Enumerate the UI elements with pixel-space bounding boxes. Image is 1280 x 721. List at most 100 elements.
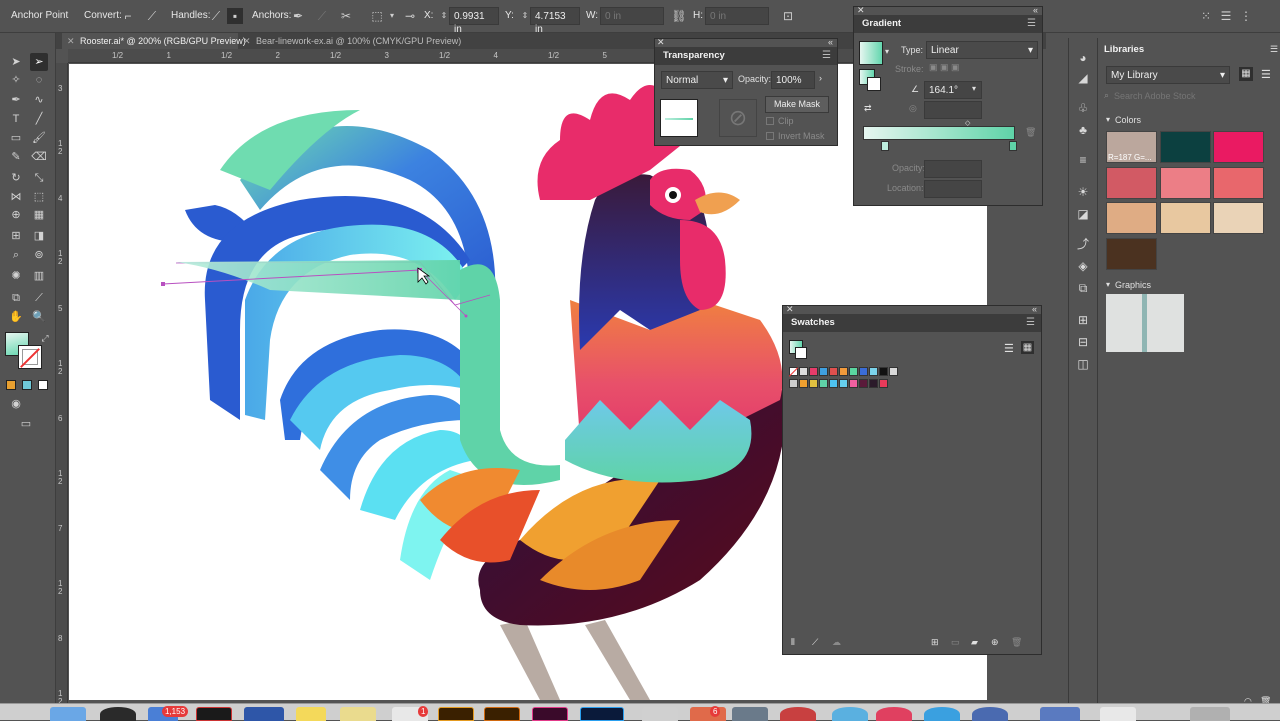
mail-app-icon[interactable]: 1,153 bbox=[148, 706, 189, 721]
show-swatch-kinds-icon[interactable]: ⟋ bbox=[812, 637, 818, 648]
panel-menu-icon[interactable]: ☰ bbox=[1027, 18, 1036, 29]
w-field[interactable]: 0 in bbox=[600, 7, 664, 25]
swatch[interactable] bbox=[839, 367, 848, 376]
app-icon[interactable] bbox=[1100, 707, 1136, 721]
grid-view-icon[interactable]: ▦ bbox=[1021, 341, 1034, 354]
gradient-stop-end[interactable] bbox=[1009, 141, 1017, 151]
invert-mask-checkbox[interactable] bbox=[766, 132, 774, 140]
object-thumbnail[interactable] bbox=[660, 99, 698, 137]
swatch[interactable] bbox=[849, 379, 858, 388]
gradient-stop-start[interactable] bbox=[881, 141, 889, 151]
app-icon[interactable] bbox=[876, 707, 912, 721]
symbols-icon[interactable]: ♧ bbox=[1075, 100, 1091, 116]
remove-anchor-icon[interactable]: ✒ bbox=[290, 8, 306, 24]
transform-panel-icon[interactable]: ⊞ bbox=[1075, 312, 1091, 328]
chevron-down-icon[interactable]: ▾ bbox=[972, 84, 976, 93]
app-icon[interactable] bbox=[196, 707, 232, 721]
selection-tool-icon[interactable]: ➤ bbox=[7, 53, 25, 71]
hide-handles-icon[interactable]: ▪ bbox=[227, 8, 243, 24]
close-icon[interactable]: ✕ bbox=[67, 33, 75, 49]
perspective-grid-tool-icon[interactable]: ▦ bbox=[30, 206, 48, 224]
chevron-right-icon[interactable]: › bbox=[819, 73, 822, 83]
artboard-tool-icon[interactable]: ⧉ bbox=[7, 289, 25, 307]
pathfinder-icon[interactable]: ◫ bbox=[1075, 356, 1091, 372]
gradient-preview[interactable] bbox=[859, 41, 883, 65]
notes-app-icon[interactable] bbox=[296, 707, 326, 721]
folder-app-icon[interactable] bbox=[1040, 707, 1080, 721]
color-guide-icon[interactable]: ◕ bbox=[1075, 50, 1091, 66]
library-color-swatch[interactable] bbox=[1106, 237, 1157, 270]
new-swatch-icon[interactable]: ⊕ bbox=[991, 637, 999, 648]
library-color-swatch[interactable] bbox=[1159, 202, 1211, 234]
swatch[interactable] bbox=[879, 379, 888, 388]
library-color-swatch[interactable] bbox=[1106, 166, 1157, 199]
swatch[interactable] bbox=[889, 367, 898, 376]
list-view-icon[interactable]: ☰ bbox=[1261, 68, 1271, 81]
new-color-group-icon[interactable]: ▭ bbox=[951, 637, 960, 648]
y-field[interactable]: 4.7153 in bbox=[530, 7, 580, 35]
stroke-mini-swatch[interactable] bbox=[795, 347, 807, 359]
more-icon[interactable]: ⋮ bbox=[1238, 8, 1254, 24]
reverse-gradient-icon[interactable]: ⇄ bbox=[864, 103, 872, 114]
delete-swatch-icon[interactable]: 🗑 bbox=[1011, 637, 1022, 648]
blend-mode-select[interactable]: Normal ▾ bbox=[661, 71, 733, 89]
swatch-libraries-icon[interactable]: ⫴ bbox=[791, 637, 795, 648]
mesh-tool-icon[interactable]: ⊞ bbox=[7, 227, 25, 245]
stroke-mini-swatch[interactable] bbox=[867, 77, 881, 91]
library-color-swatch[interactable] bbox=[1213, 131, 1264, 163]
finder-app-icon[interactable] bbox=[50, 707, 86, 721]
width-tool-icon[interactable]: ⋈ bbox=[7, 188, 25, 206]
list-view-icon[interactable]: ☰ bbox=[1004, 342, 1014, 355]
stickies-app-icon[interactable] bbox=[340, 707, 376, 721]
rotate-tool-icon[interactable]: ↻ bbox=[7, 169, 25, 187]
direct-selection-tool-icon[interactable]: ➢ bbox=[30, 53, 48, 71]
illustrator-app-icon[interactable] bbox=[438, 707, 474, 721]
panel-menu-icon[interactable]: ☰ bbox=[1270, 44, 1278, 55]
swatch[interactable] bbox=[809, 379, 818, 388]
app-icon[interactable] bbox=[732, 707, 768, 721]
swatch-options-icon[interactable]: ⊞ bbox=[931, 637, 939, 648]
app-icon[interactable] bbox=[780, 707, 816, 721]
tab-rooster[interactable]: ✕ Rooster.ai* @ 200% (RGB/GPU Preview) bbox=[62, 33, 246, 49]
indesign-app-icon[interactable] bbox=[532, 707, 568, 721]
stop-opacity-field[interactable] bbox=[924, 160, 982, 178]
collapse-icon[interactable]: « bbox=[1032, 304, 1037, 314]
x-field[interactable]: 0.9931 in bbox=[449, 7, 499, 35]
artboards-icon[interactable]: ⧉ bbox=[1075, 280, 1091, 296]
close-icon[interactable]: ✕ bbox=[243, 33, 251, 49]
paintbrush-tool-icon[interactable]: 🖌 bbox=[30, 129, 48, 147]
app-icon[interactable] bbox=[972, 707, 1008, 721]
panel-menu-icon[interactable]: ☰ bbox=[1026, 317, 1035, 328]
swatch[interactable] bbox=[839, 379, 848, 388]
draw-mode-icon[interactable]: ◉ bbox=[7, 395, 25, 413]
eyedropper-tool-icon[interactable]: ⌕ bbox=[7, 246, 25, 264]
screen-mode-icon[interactable]: ▭ bbox=[17, 415, 35, 433]
blend-tool-icon[interactable]: ⊚ bbox=[30, 246, 48, 264]
convert-corner-icon[interactable]: ⌐ bbox=[120, 8, 136, 24]
transform-icon[interactable]: ⊡ bbox=[780, 8, 796, 24]
gradient-slider[interactable] bbox=[863, 126, 1015, 140]
swatch[interactable] bbox=[859, 379, 868, 388]
library-color-swatch[interactable] bbox=[1213, 202, 1264, 234]
library-color-swatch[interactable] bbox=[1159, 131, 1211, 163]
no-mask-icon[interactable]: ⊘ bbox=[719, 99, 757, 137]
convert-smooth-icon[interactable]: ⟋ bbox=[144, 8, 160, 24]
disclosure-icon[interactable]: ▾ bbox=[1106, 115, 1110, 124]
cloud-icon[interactable]: ☁ bbox=[832, 637, 841, 648]
gradient-tool-icon[interactable]: ◨ bbox=[30, 227, 48, 245]
rectangle-tool-icon[interactable]: ▭ bbox=[7, 129, 25, 147]
lasso-tool-icon[interactable]: ◌ bbox=[30, 71, 48, 89]
clock-app-icon[interactable] bbox=[100, 707, 136, 721]
app-icon[interactable]: 6 bbox=[690, 706, 726, 721]
swatch[interactable] bbox=[829, 379, 838, 388]
swap-fill-stroke-icon[interactable]: ⤢ bbox=[36, 329, 54, 347]
shape-builder-tool-icon[interactable]: ⊕ bbox=[7, 206, 25, 224]
swatch[interactable] bbox=[789, 379, 798, 388]
gradient-type-select[interactable]: Linear ▾ bbox=[926, 41, 1038, 59]
brushes-icon[interactable]: ♣ bbox=[1075, 122, 1091, 138]
arrange-icon[interactable]: ⁙ bbox=[1198, 8, 1214, 24]
opacity-field[interactable]: 100% bbox=[771, 71, 815, 89]
layers-icon[interactable]: ◈ bbox=[1075, 258, 1091, 274]
swatch[interactable] bbox=[879, 367, 888, 376]
graphic-styles-icon[interactable]: ◪ bbox=[1075, 206, 1091, 222]
